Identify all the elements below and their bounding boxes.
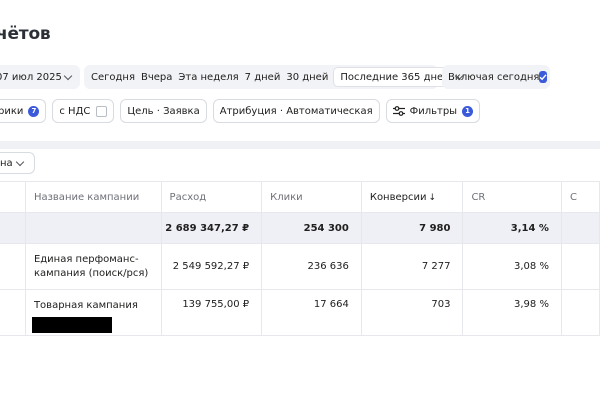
column-header-next[interactable]: С xyxy=(561,181,600,213)
campaign-spend: 2 549 592,27 ₽ xyxy=(161,243,263,290)
campaign-clicks: 17 664 xyxy=(261,289,362,336)
period-yesterday[interactable]: Вчера xyxy=(138,67,175,87)
campaign-conversions: 703 xyxy=(361,289,464,336)
campaign-name[interactable]: Товарная кампания xyxy=(34,300,138,311)
chevron-down-icon xyxy=(15,157,24,166)
table-total-row: 2 689 347,27 ₽ 254 300 7 980 3,14 % xyxy=(0,212,600,244)
total-spend: 2 689 347,27 ₽ xyxy=(161,212,263,244)
filters-button[interactable]: Фильтры 1 xyxy=(385,99,481,123)
sort-down-icon: ↓ xyxy=(428,192,437,203)
attribution-selector[interactable]: Атрибуция · Автоматическая xyxy=(212,99,380,123)
campaign-conversions: 7 277 xyxy=(361,243,464,290)
table-cell xyxy=(0,243,26,290)
table-row[interactable]: Единая перфоманс-кампания (поиск/рся) 2 … xyxy=(0,243,600,290)
column-header-clicks[interactable]: Клики xyxy=(261,181,362,213)
checkbox-icon[interactable] xyxy=(96,105,108,117)
filters-count-badge: 1 xyxy=(462,105,474,117)
column-header-cr[interactable]: CR xyxy=(462,181,562,213)
campaign-name-cell[interactable]: Товарная кампания xyxy=(25,289,162,336)
total-cr: 3,14 % xyxy=(462,212,562,244)
campaign-clicks: 236 636 xyxy=(261,243,362,290)
period-7-days[interactable]: 7 дней xyxy=(242,67,284,87)
total-conversions: 7 980 xyxy=(361,212,464,244)
table-cell xyxy=(0,212,26,244)
grouping-dropdown[interactable]: на xyxy=(0,152,35,174)
section-divider xyxy=(0,141,600,149)
metrics-label: етрики xyxy=(0,105,24,117)
total-clicks: 254 300 xyxy=(261,212,362,244)
table-cell xyxy=(0,289,26,336)
table-cell xyxy=(561,289,600,336)
goal-label: Цель · Заявка xyxy=(127,105,200,117)
table-cell xyxy=(561,243,600,290)
vat-toggle[interactable]: с НДС xyxy=(52,99,115,123)
table-header-row: Название кампании Расход Клики Конверсии… xyxy=(0,181,600,213)
vat-label: с НДС xyxy=(59,105,91,117)
filters-label: Фильтры xyxy=(409,105,458,117)
filter-toolbar: етрики 7 с НДС Цель · Заявка Атрибуция ·… xyxy=(0,99,481,123)
campaign-spend: 139 755,00 ₽ xyxy=(161,289,263,336)
metrics-button[interactable]: етрики 7 xyxy=(0,99,47,123)
table-cell xyxy=(561,212,600,244)
table-row[interactable]: Товарная кампания 139 755,00 ₽ 17 664 70… xyxy=(0,289,600,336)
checkbox-checked-icon[interactable] xyxy=(539,71,548,83)
redacted-block xyxy=(31,317,112,333)
column-header-campaign-name[interactable]: Название кампании xyxy=(25,181,162,213)
table-cell xyxy=(25,212,162,244)
grouping-label: на xyxy=(0,157,13,169)
metrics-count-badge: 7 xyxy=(28,105,40,117)
period-this-week[interactable]: Эта неделя xyxy=(175,67,241,87)
date-range-picker[interactable]: 07 июл 2025 xyxy=(0,65,80,89)
column-header-conversions[interactable]: Конверсии ↓ xyxy=(361,181,464,213)
chevron-down-icon xyxy=(63,71,73,80)
period-selected-label: Последние 365 дней xyxy=(340,71,450,83)
period-30-days[interactable]: 30 дней xyxy=(283,67,331,87)
campaign-table: Название кампании Расход Клики Конверсии… xyxy=(0,181,600,336)
date-range-label: 07 июл 2025 xyxy=(0,71,62,83)
column-header-conversions-label: Конверсии xyxy=(369,191,427,203)
campaign-cr: 3,08 % xyxy=(462,243,562,290)
period-selector: Сегодня Вчера Эта неделя 7 дней 30 дней … xyxy=(84,65,469,89)
sliders-icon xyxy=(392,106,405,116)
campaign-name[interactable]: Единая перфоманс-кампания (поиск/рся) xyxy=(25,243,162,290)
campaign-cr: 3,98 % xyxy=(462,289,562,336)
period-toolbar: 07 июл 2025 Сегодня Вчера Эта неделя 7 д… xyxy=(0,65,550,89)
column-header-spend[interactable]: Расход xyxy=(161,181,263,213)
page-title: чётов xyxy=(0,24,51,44)
goal-selector[interactable]: Цель · Заявка xyxy=(120,99,207,123)
column-header-select xyxy=(0,181,26,213)
period-today[interactable]: Сегодня xyxy=(88,67,138,87)
attribution-label: Атрибуция · Автоматическая xyxy=(219,105,373,117)
